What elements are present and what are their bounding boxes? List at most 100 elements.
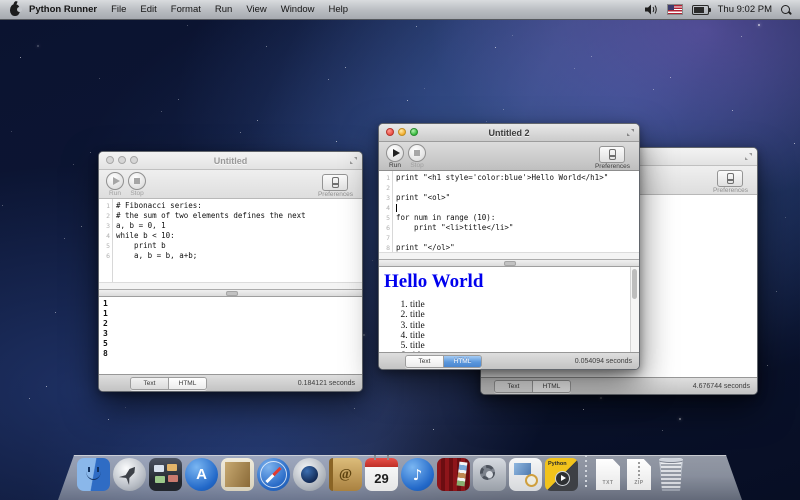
- menu-item-file[interactable]: File: [104, 4, 133, 15]
- itunes-glyph: ♪: [401, 458, 434, 491]
- html-output-pane[interactable]: Hello World titletitletitletitletitletit…: [379, 267, 639, 352]
- code-editor[interactable]: 1# Fibonacci series:2# the sum of two el…: [99, 199, 362, 289]
- zip-document-dock-icon[interactable]: ZIP: [625, 458, 653, 491]
- us-flag-icon[interactable]: [667, 4, 683, 15]
- app-store-dock-icon[interactable]: A: [185, 458, 218, 491]
- stop-icon: [408, 144, 426, 162]
- menu-item-window[interactable]: Window: [274, 4, 322, 15]
- preview-dock-icon[interactable]: [509, 458, 542, 491]
- window-untitled-2[interactable]: Untitled 2 Run Stop Preferences 1print "…: [378, 123, 640, 370]
- rendered-list-item: title: [410, 300, 639, 310]
- pane-splitter[interactable]: [99, 289, 362, 297]
- txt-document-dock-icon[interactable]: TXT: [594, 458, 622, 491]
- vertical-scrollbar[interactable]: [630, 267, 639, 352]
- calendar-dock-icon[interactable]: 29: [365, 458, 398, 491]
- app-menu-title[interactable]: Python Runner: [29, 4, 97, 15]
- tab-text[interactable]: Text: [495, 381, 532, 392]
- stop-button[interactable]: Stop: [408, 144, 426, 169]
- output-mode-tabs: TextHTML: [494, 380, 571, 393]
- preferences-button[interactable]: Preferences: [595, 146, 630, 170]
- code-line: 4: [379, 203, 639, 213]
- tab-html[interactable]: HTML: [168, 378, 206, 389]
- zoom-button[interactable]: [130, 156, 138, 164]
- itunes-dock-icon[interactable]: ♪: [401, 458, 434, 491]
- code-line: 1# Fibonacci series:: [99, 201, 362, 211]
- bottom-bar: TextHTML 0.184121 seconds: [99, 374, 362, 391]
- tab-text[interactable]: Text: [131, 378, 168, 389]
- close-button[interactable]: [106, 156, 114, 164]
- horizontal-scrollbar[interactable]: [99, 282, 362, 289]
- mail-dock-icon[interactable]: [221, 458, 254, 491]
- preferences-button[interactable]: Preferences: [318, 174, 353, 198]
- code-line: 4while b < 10:: [99, 231, 362, 241]
- stop-button[interactable]: Stop: [128, 172, 146, 197]
- contacts-glyph: @: [329, 458, 362, 491]
- menu-item-view[interactable]: View: [239, 4, 273, 15]
- run-button[interactable]: Run: [386, 144, 404, 169]
- dock: A @29♪ Python TXTZIP: [77, 455, 686, 491]
- system-preferences-dock-icon[interactable]: [473, 458, 506, 491]
- code-editor[interactable]: 1print "<h1 style='color:blue'>Hello Wor…: [379, 171, 639, 259]
- rendered-list: titletitletitletitletitletitle: [379, 300, 639, 352]
- window-untitled[interactable]: Untitled Run Stop Preferences 1# Fibonac…: [98, 151, 363, 392]
- horizontal-scrollbar[interactable]: [379, 252, 639, 259]
- facetime-dock-icon[interactable]: [293, 458, 326, 491]
- spotlight-icon[interactable]: [781, 5, 790, 14]
- stop-icon: [128, 172, 146, 190]
- titlebar[interactable]: Untitled: [99, 152, 362, 170]
- zoom-button[interactable]: [410, 128, 418, 136]
- toolbar: Run Stop Preferences: [99, 170, 362, 199]
- menu-clock[interactable]: Thu 9:02 PM: [718, 4, 772, 15]
- close-button[interactable]: [386, 128, 394, 136]
- safari-dock-icon[interactable]: [257, 458, 290, 491]
- photo-booth-dock-icon[interactable]: [437, 458, 470, 491]
- menu-item-run[interactable]: Run: [208, 4, 239, 15]
- finder-dock-icon[interactable]: [77, 458, 110, 491]
- menu-item-help[interactable]: Help: [322, 4, 356, 15]
- pane-splitter[interactable]: [379, 259, 639, 267]
- app-store-glyph: A: [185, 458, 218, 491]
- tab-text[interactable]: Text: [406, 356, 443, 367]
- fullscreen-icon[interactable]: [744, 152, 753, 161]
- zip-document-glyph: ZIP: [625, 458, 653, 491]
- apple-menu-icon[interactable]: [10, 4, 20, 16]
- rendered-list-item: title: [410, 321, 639, 331]
- execution-time: 4.676744 seconds: [693, 383, 750, 390]
- rendered-list-item: title: [410, 341, 639, 351]
- slider-icon: [727, 173, 734, 184]
- code-line: 6 a, b = b, a+b;: [99, 251, 362, 261]
- rendered-list-item: title: [410, 310, 639, 320]
- txt-document-glyph: TXT: [594, 458, 622, 491]
- trash-dock-icon[interactable]: [656, 458, 686, 491]
- run-button[interactable]: Run: [106, 172, 124, 197]
- titlebar[interactable]: Untitled 2: [379, 124, 639, 142]
- volume-icon[interactable]: [645, 4, 658, 15]
- contacts-dock-icon[interactable]: @: [329, 458, 362, 491]
- rendered-heading: Hello World: [384, 271, 639, 293]
- tab-html[interactable]: HTML: [443, 356, 481, 367]
- text-output-pane[interactable]: 112358: [99, 297, 362, 374]
- minimize-button[interactable]: [118, 156, 126, 164]
- fullscreen-icon[interactable]: [349, 156, 358, 165]
- battery-icon[interactable]: [692, 5, 709, 15]
- code-line: 5 print b: [99, 241, 362, 251]
- preferences-button[interactable]: Preferences: [713, 170, 748, 194]
- output-mode-tabs: TextHTML: [130, 377, 207, 390]
- menu-item-format[interactable]: Format: [164, 4, 208, 15]
- code-line: 7: [379, 233, 639, 243]
- fullscreen-icon[interactable]: [626, 128, 635, 137]
- play-icon: [386, 144, 404, 162]
- mission-control-dock-icon[interactable]: [149, 458, 182, 491]
- menu-item-edit[interactable]: Edit: [133, 4, 163, 15]
- launchpad-dock-icon[interactable]: [113, 458, 146, 491]
- scrollbar-thumb[interactable]: [632, 269, 637, 299]
- minimize-button[interactable]: [398, 128, 406, 136]
- text-caret: [396, 204, 397, 212]
- gutter-divider: [392, 171, 393, 259]
- rendered-list-item: title: [410, 331, 639, 341]
- tab-html[interactable]: HTML: [532, 381, 570, 392]
- slider-icon: [609, 149, 616, 160]
- execution-time: 0.054094 seconds: [575, 358, 632, 365]
- python-runner-glyph: Python: [545, 458, 578, 491]
- python-runner-dock-icon[interactable]: Python: [545, 458, 578, 491]
